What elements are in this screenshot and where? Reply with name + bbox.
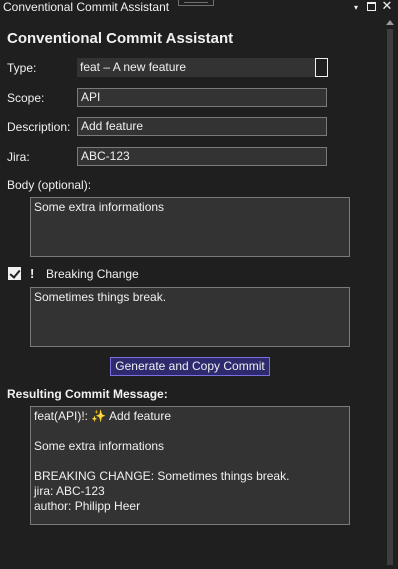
type-select[interactable]: feat – A new feature	[77, 58, 328, 77]
body-textarea[interactable]: Some extra informations	[30, 197, 350, 257]
window-dropdown-icon[interactable]: ▾	[349, 2, 363, 16]
checkmark-icon	[9, 267, 21, 279]
result-blank-line	[34, 424, 346, 439]
result-line-jira: jira: ABC-123	[34, 484, 105, 498]
scrollbar-thumb[interactable]	[387, 29, 393, 565]
breaking-change-checkbox[interactable]	[8, 267, 21, 280]
description-input[interactable]: Add feature	[77, 117, 327, 136]
result-line-prefix: feat(API)!:	[34, 409, 92, 423]
result-line-header: feat(API)!: ✨ Add feature	[34, 409, 346, 424]
description-label: Description:	[7, 120, 71, 134]
result-commit-message[interactable]: feat(API)!: ✨ Add feature Some extra inf…	[30, 406, 350, 525]
scope-input[interactable]: API	[77, 88, 327, 107]
scroll-up-icon[interactable]	[386, 20, 394, 25]
jira-label: Jira:	[7, 150, 30, 164]
drag-grip-line	[184, 0, 208, 3]
result-line-suffix: Add feature	[106, 409, 172, 423]
jira-input[interactable]: ABC-123	[77, 147, 327, 166]
close-icon[interactable]: ✕	[380, 0, 394, 14]
tool-window-titlebar: Conventional Commit Assistant ▾ ✕	[0, 0, 398, 16]
maximize-icon[interactable]	[364, 0, 378, 14]
result-label: Resulting Commit Message:	[7, 387, 168, 401]
result-line-body: Some extra informations	[34, 439, 165, 453]
result-blank-line	[34, 454, 346, 469]
breaking-change-textarea[interactable]: Sometimes things break.	[30, 287, 350, 347]
window-title: Conventional Commit Assistant	[3, 0, 170, 14]
type-label: Type:	[7, 61, 37, 75]
sparkles-icon: ✨	[91, 409, 107, 423]
result-line-breaking: BREAKING CHANGE: Sometimes things break.	[34, 469, 290, 483]
result-line-author: author: Philipp Heer	[34, 499, 141, 513]
generate-copy-commit-button[interactable]: Generate and Copy Commit	[110, 357, 270, 376]
breaking-change-label[interactable]: Breaking Change	[46, 267, 139, 281]
type-select-dropdown-button[interactable]	[315, 58, 328, 77]
scope-label: Scope:	[7, 91, 45, 105]
commit-assistant-panel: Conventional Commit Assistant ▾ ✕ Conven…	[0, 0, 398, 569]
page-title: Conventional Commit Assistant	[7, 30, 234, 47]
type-select-value: feat – A new feature	[80, 60, 187, 74]
body-label: Body (optional):	[7, 178, 92, 192]
exclamation-icon: !	[30, 266, 35, 281]
